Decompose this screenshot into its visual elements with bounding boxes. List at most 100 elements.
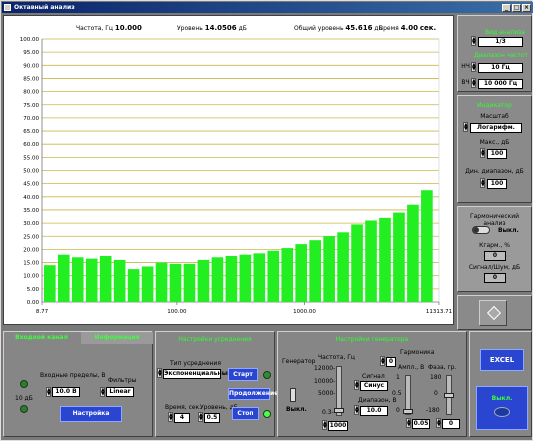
y-tick-label: 20.00: [23, 247, 39, 253]
max-label: Макс., дБ: [479, 139, 510, 146]
harmonic-toggle-label: Выкл.: [498, 227, 519, 234]
filters-label: Фильтры: [108, 377, 137, 384]
x-tick-label: 1000.00: [293, 309, 316, 315]
amp-field[interactable]: 0.05: [412, 419, 430, 429]
max-field[interactable]: 100: [487, 149, 507, 159]
phase-slider[interactable]: [444, 375, 454, 415]
limits-spinner[interactable]: ▲ ▼: [46, 387, 51, 397]
continue-button[interactable]: Продолжение: [228, 388, 278, 400]
bar: [337, 232, 349, 302]
filters-field[interactable]: Linear: [106, 387, 134, 397]
gen-freq-spinner[interactable]: ▲ ▼: [322, 420, 327, 430]
chart-panel: Частота, Гц 10.000 Уровень 14.0506 дБ Об…: [3, 15, 454, 325]
generator-label: Генератор: [282, 358, 316, 365]
nav-panel: [457, 295, 532, 330]
y-tick-label: 100.00: [20, 37, 40, 43]
gen-range-spinner[interactable]: ▲ ▼: [354, 405, 359, 415]
gen-freq-slider[interactable]: [334, 366, 344, 416]
gen-range-label: Диапазон, В: [358, 397, 397, 404]
bar: [183, 263, 196, 302]
tab-input-channel[interactable]: Входной канал: [4, 332, 79, 344]
gen-freq-tick: 10000-: [314, 378, 336, 385]
y-tick-label: 50.00: [23, 169, 39, 175]
phase-field[interactable]: 0: [442, 419, 460, 429]
avg-type-spinner[interactable]: ▲ ▼: [157, 368, 162, 378]
avg-level-spinner[interactable]: ▲ ▼: [198, 412, 203, 422]
stop-led: [263, 410, 271, 418]
tab-information[interactable]: Информация: [81, 332, 153, 344]
indicator-panel: Индикатор Масштаб ▲ ▼ Логарифм. Макс., дБ…: [457, 95, 532, 203]
y-tick-label: 10.00: [23, 274, 39, 280]
averaging-title: Настройки усреднения: [178, 336, 252, 343]
avg-level-field[interactable]: 0.5: [204, 413, 220, 423]
bar: [281, 248, 294, 302]
high-field[interactable]: 10 000 Гц: [478, 79, 523, 89]
filters-spinner[interactable]: ▲ ▼: [100, 387, 105, 397]
bar: [365, 220, 377, 302]
max-spinner[interactable]: ▲ ▼: [480, 148, 485, 158]
range-label: Диапазон частот: [474, 52, 528, 59]
stop-button[interactable]: Стоп: [232, 407, 259, 420]
bar: [71, 257, 84, 302]
limits-field[interactable]: 10.0 В: [52, 387, 80, 397]
start-button[interactable]: Старт: [228, 368, 258, 381]
amp-spinner[interactable]: ▲ ▼: [406, 418, 411, 428]
bar: [169, 263, 182, 302]
excel-button[interactable]: EXCEL: [480, 349, 524, 371]
scale-spinner[interactable]: ▲ ▼: [463, 122, 468, 132]
phase-label: Фаза, гр.: [428, 364, 457, 371]
gen-freq-field[interactable]: 1000: [328, 421, 348, 431]
view-field[interactable]: 1/3: [478, 37, 523, 47]
signal-field[interactable]: Синус: [360, 381, 388, 391]
amp-tick: 0.5: [392, 390, 402, 397]
low-field[interactable]: 10 Гц: [478, 63, 523, 73]
harmonic-label: Гармонический анализ: [469, 213, 520, 227]
x-tick-label: 8.77: [36, 309, 49, 315]
minimize-button[interactable]: _: [502, 4, 511, 12]
dyn-range-spinner[interactable]: ▲ ▼: [480, 178, 485, 188]
power-off-button[interactable]: Выкл.: [476, 386, 528, 430]
window-title: Октавный анализ: [14, 4, 75, 11]
bar: [211, 257, 224, 302]
high-spinner[interactable]: ▲ ▼: [471, 78, 476, 88]
phase-spinner[interactable]: ▲ ▼: [436, 418, 441, 428]
harm-field[interactable]: 0: [386, 357, 396, 367]
y-tick-label: 75.00: [23, 103, 39, 109]
bar: [351, 224, 363, 302]
scale-label: Масштаб: [480, 113, 509, 120]
directional-pad[interactable]: [479, 300, 507, 326]
generator-switch[interactable]: [290, 388, 296, 402]
db-label: 10 дБ: [15, 395, 33, 402]
gen-freq-label: Частота, Гц: [318, 354, 355, 361]
scale-field[interactable]: Логарифм.: [470, 123, 522, 133]
bar: [379, 217, 391, 302]
phase-tick: 180: [430, 374, 442, 381]
amp-slider[interactable]: [403, 375, 413, 415]
snr-field: 0: [484, 273, 506, 283]
input-led-bottom: [20, 405, 28, 413]
power-icon: [494, 407, 510, 417]
gen-range-field[interactable]: 10.0: [360, 406, 388, 416]
bar: [323, 236, 335, 302]
avg-time-field[interactable]: 4: [174, 413, 190, 423]
avg-type-field[interactable]: Экспоненциальный: [163, 369, 231, 379]
phase-tick: 0: [434, 390, 438, 397]
averaging-panel: Настройки усреднения Тип усреднения ▲ ▼ Э…: [155, 331, 278, 437]
close-button[interactable]: ×: [522, 4, 531, 12]
harm-spinner[interactable]: ▲ ▼: [380, 356, 385, 366]
high-label: ВЧ: [461, 79, 470, 86]
view-spinner[interactable]: ▲ ▼: [471, 36, 476, 46]
avg-time-spinner[interactable]: ▲ ▼: [168, 412, 173, 422]
signal-spinner[interactable]: ▲ ▼: [354, 380, 359, 390]
maximize-button[interactable]: □: [512, 4, 521, 12]
main-window: Октавный анализ _ □ × Частота, Гц 10.000…: [0, 0, 533, 441]
setup-button[interactable]: Настройка: [60, 406, 122, 422]
input-led-top: [20, 380, 28, 388]
x-tick-label: 100.00: [167, 309, 187, 315]
y-tick-label: 85.00: [23, 76, 39, 82]
low-spinner[interactable]: ▲ ▼: [471, 62, 476, 72]
y-tick-label: 0.00: [27, 300, 40, 306]
bar: [421, 190, 433, 302]
dyn-range-field[interactable]: 100: [487, 179, 507, 189]
harmonic-toggle[interactable]: [472, 226, 490, 234]
